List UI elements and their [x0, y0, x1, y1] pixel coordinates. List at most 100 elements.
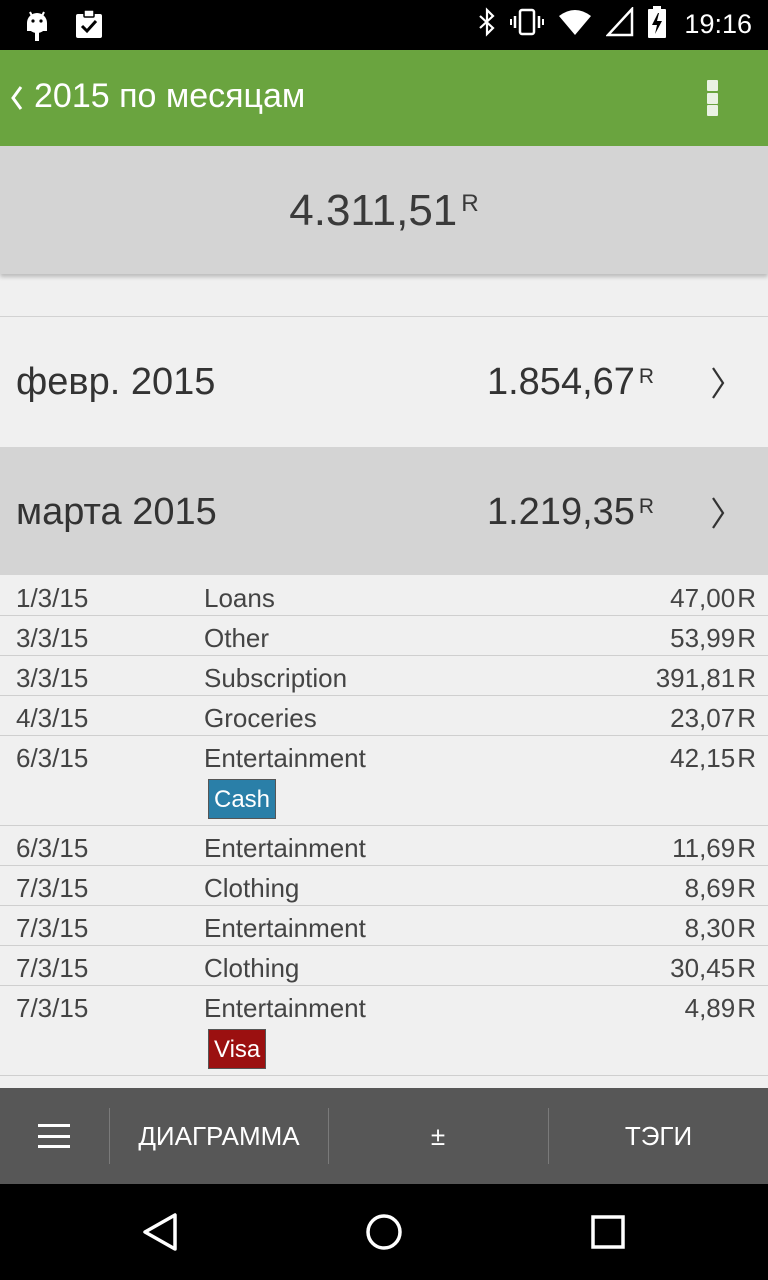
transaction-amount: 4,89R: [685, 993, 756, 1024]
back-triangle-icon[interactable]: [136, 1208, 184, 1256]
amount-value: 42,15: [670, 743, 736, 773]
total-amount: 4.311,51 R: [0, 186, 768, 236]
tags-button[interactable]: ТЭГИ: [549, 1088, 768, 1184]
currency-symbol: R: [737, 623, 756, 653]
transaction-amount: 47,00R: [670, 583, 756, 614]
amount-value: 30,45: [670, 953, 736, 983]
transaction-amount: 53,99R: [670, 623, 756, 654]
amount-value: 47,00: [670, 583, 736, 613]
transaction-date: 3/3/15: [16, 623, 89, 653]
wifi-icon: [558, 8, 592, 41]
tag-badge-visa: Visa: [208, 1029, 267, 1069]
month-amount-value: 1.219,35: [486, 491, 635, 533]
currency-symbol: R: [638, 495, 654, 518]
transaction-row[interactable]: 3/3/15 Other 53,99R: [0, 616, 768, 656]
currency-symbol: R: [737, 583, 756, 613]
more-vert-icon[interactable]: [696, 78, 728, 118]
transaction-category: Clothing: [204, 953, 300, 983]
amount-value: 53,99: [670, 623, 736, 653]
transaction-amount: 42,15R: [670, 743, 756, 774]
hamburger-menu-icon[interactable]: [38, 1124, 70, 1148]
currency-symbol: R: [638, 365, 654, 388]
app-bar: 2015 по месяцам: [0, 50, 768, 146]
amount-value: 8,30: [684, 913, 736, 943]
transaction-category: Entertainment: [204, 833, 366, 863]
transaction-date: 7/3/15: [16, 913, 89, 943]
transaction-date: 1/3/15: [16, 583, 89, 613]
signal-icon: [605, 5, 634, 42]
currency-symbol: R: [737, 873, 756, 903]
transaction-date: 4/3/15: [16, 703, 89, 733]
transaction-amount: 23,07R: [670, 703, 756, 734]
content-area: 4.311,51 R февр. 2015 1.854,67 R марта 201…: [0, 146, 768, 1088]
bottom-toolbar: ДИАГРАММА ± ТЭГИ: [0, 1088, 768, 1184]
transaction-row[interactable]: 7/3/15 Entertainment 4,89R Visa: [0, 986, 768, 1076]
tag-badge-cash: Cash: [208, 779, 277, 819]
transaction-category: Other: [204, 623, 270, 653]
chart-button[interactable]: ДИАГРАММА: [110, 1088, 328, 1184]
currency-symbol: R: [737, 663, 756, 693]
status-bar: 19:16: [0, 0, 768, 50]
amount-value: 11,69: [672, 833, 736, 863]
month-amount: 1.854,67 R: [487, 361, 654, 404]
plus-minus-button[interactable]: ±: [329, 1088, 547, 1184]
bluetooth-icon: [478, 7, 496, 42]
transaction-date: 3/3/15: [16, 663, 89, 693]
battery-charging-icon: [648, 6, 667, 43]
total-summary: 4.311,51 R: [0, 146, 768, 274]
month-amount-value: 1.854,67: [486, 361, 635, 403]
currency-symbol: R: [737, 833, 756, 863]
chevron-right-icon: [708, 365, 728, 401]
transaction-date: 7/3/15: [16, 873, 89, 903]
total-value: 4.311,51: [289, 186, 458, 235]
transaction-category: Groceries: [204, 703, 317, 733]
transaction-row[interactable]: 7/3/15 Entertainment 8,30R: [0, 906, 768, 946]
currency-symbol: R: [737, 703, 756, 733]
amount-value: 8,69: [684, 873, 736, 903]
currency-symbol: R: [737, 743, 756, 773]
chevron-left-icon[interactable]: [6, 76, 28, 120]
transaction-date: 7/3/15: [16, 993, 89, 1023]
transaction-category: Clothing: [204, 873, 300, 903]
transaction-amount: 30,45R: [670, 953, 756, 984]
transaction-category: Entertainment: [204, 913, 366, 943]
transaction-amount: 8,30R: [685, 913, 756, 944]
android-debug-icon: [22, 8, 52, 47]
page-title[interactable]: 2015 по месяцам: [34, 77, 305, 116]
currency-symbol: R: [737, 913, 756, 943]
home-circle-icon[interactable]: [360, 1208, 408, 1256]
transaction-date: 6/3/15: [16, 743, 89, 773]
transaction-row[interactable]: 6/3/15 Entertainment 42,15R Cash: [0, 736, 768, 826]
month-name: февр. 2015: [16, 361, 216, 403]
transaction-amount: 391,81R: [656, 663, 756, 694]
transaction-row[interactable]: 7/3/15 Clothing 8,69R: [0, 866, 768, 906]
transaction-row[interactable]: 7/3/15 Clothing 30,45R: [0, 946, 768, 986]
transaction-amount: 11,69R: [672, 833, 756, 864]
transaction-row[interactable]: 4/3/15 Groceries 23,07R: [0, 696, 768, 736]
transaction-date: 6/3/15: [16, 833, 89, 863]
transaction-list: 1/3/15 Loans 47,00R 3/3/15 Other 53,99R …: [0, 576, 768, 1076]
transaction-date: 7/3/15: [16, 953, 89, 983]
transaction-category: Entertainment: [204, 993, 366, 1023]
currency-symbol: R: [737, 953, 756, 983]
transaction-amount: 8,69R: [685, 873, 756, 904]
month-amount: 1.219,35 R: [487, 491, 654, 534]
transaction-row[interactable]: 1/3/15 Loans 47,00R: [0, 576, 768, 616]
clipboard-check-icon: [74, 8, 104, 47]
transaction-row[interactable]: 6/3/15 Entertainment 11,69R: [0, 826, 768, 866]
recents-square-icon[interactable]: [584, 1208, 632, 1256]
amount-value: 23,07: [670, 703, 736, 733]
transaction-category: Entertainment: [204, 743, 366, 773]
currency-symbol: R: [461, 190, 479, 217]
vibrate-icon: [510, 7, 545, 42]
transaction-row[interactable]: 3/3/15 Subscription 391,81R: [0, 656, 768, 696]
transaction-category: Subscription: [204, 663, 348, 693]
status-time: 19:16: [684, 9, 752, 39]
month-row-mar[interactable]: марта 2015 1.219,35 R: [0, 447, 768, 575]
month-row-feb[interactable]: февр. 2015 1.854,67 R: [0, 317, 768, 445]
transaction-category: Loans: [204, 583, 275, 613]
system-nav-bar: [0, 1184, 768, 1280]
month-name: марта 2015: [16, 491, 217, 533]
amount-value: 4,89: [684, 993, 736, 1023]
currency-symbol: R: [737, 993, 756, 1023]
